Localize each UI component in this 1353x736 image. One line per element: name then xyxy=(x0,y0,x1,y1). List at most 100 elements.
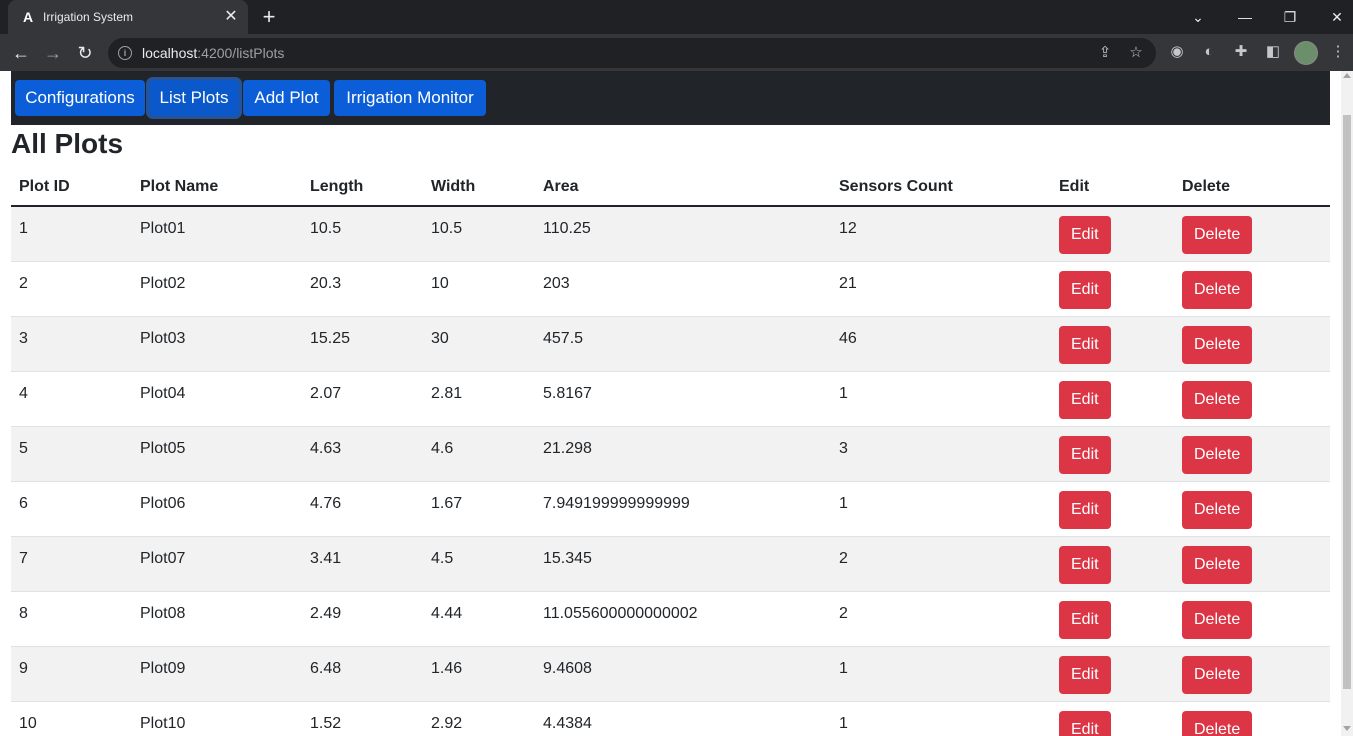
menu-icon[interactable]: ⋮ xyxy=(1328,42,1348,62)
edit-button[interactable]: Edit xyxy=(1059,711,1111,736)
cell-length: 3.41 xyxy=(302,536,423,592)
header-edit: Edit xyxy=(1051,169,1174,207)
cell-edit: Edit xyxy=(1051,206,1174,262)
delete-button[interactable]: Delete xyxy=(1182,381,1253,419)
url-text[interactable]: localhost:4200/listPlots xyxy=(142,45,284,61)
cell-width: 2.92 xyxy=(423,701,535,736)
cell-delete: Delete xyxy=(1174,206,1330,262)
cell-plot-id-text: 5 xyxy=(19,440,28,457)
nav-irrigation-monitor-button[interactable]: Irrigation Monitor xyxy=(334,80,486,116)
delete-button[interactable]: Delete xyxy=(1182,491,1253,529)
edit-button[interactable]: Edit xyxy=(1059,491,1111,529)
cell-plot-name: Plot05 xyxy=(132,426,302,482)
extension-icon[interactable]: ◐ xyxy=(1199,42,1219,62)
edit-button[interactable]: Edit xyxy=(1059,326,1111,364)
reload-icon[interactable]: ↻ xyxy=(73,41,97,65)
cell-delete: Delete xyxy=(1174,481,1330,537)
cell-width-text: 1.46 xyxy=(431,660,463,677)
cell-edit: Edit xyxy=(1051,701,1174,736)
cell-length: 2.07 xyxy=(302,371,423,427)
profile-avatar[interactable] xyxy=(1294,41,1318,65)
table-row: 8 Plot08 2.49 4.44 11.055600000000002 2 Edit De… xyxy=(11,591,1330,647)
cell-sensors-count-text: 2 xyxy=(839,605,848,622)
edit-button[interactable]: Edit xyxy=(1059,271,1111,309)
page-viewport: Configurations List Plots Add Plot Irrig… xyxy=(0,71,1341,736)
cell-width: 30 xyxy=(423,316,535,372)
restore-icon[interactable]: ❐ xyxy=(1278,5,1302,29)
delete-button[interactable]: Delete xyxy=(1182,546,1253,584)
minimize-icon[interactable]: — xyxy=(1233,5,1257,29)
extension-icon[interactable]: ◉ xyxy=(1167,42,1187,62)
cell-plot-name-text: Plot09 xyxy=(140,660,186,677)
edit-button[interactable]: Edit xyxy=(1059,546,1111,584)
cell-area-text: 7.949199999999999 xyxy=(543,495,690,512)
side-panel-icon[interactable]: ◧ xyxy=(1263,42,1283,62)
forward-icon[interactable]: → xyxy=(41,41,65,65)
extensions-puzzle-icon[interactable]: ✚ xyxy=(1231,42,1251,62)
bookmark-star-icon[interactable]: ☆ xyxy=(1126,43,1146,63)
cell-delete: Delete xyxy=(1174,261,1330,317)
scroll-thumb[interactable] xyxy=(1343,115,1351,689)
nav-configurations-button[interactable]: Configurations xyxy=(15,80,145,116)
cell-plot-name-text: Plot02 xyxy=(140,275,186,292)
address-bar[interactable]: i localhost:4200/listPlots ⇪ ☆ xyxy=(108,38,1156,68)
cell-width-text: 4.5 xyxy=(431,550,454,567)
delete-button[interactable]: Delete xyxy=(1182,216,1253,254)
cell-edit: Edit xyxy=(1051,481,1174,537)
cell-delete: Delete xyxy=(1174,426,1330,482)
delete-button[interactable]: Delete xyxy=(1182,601,1253,639)
delete-button[interactable]: Delete xyxy=(1182,326,1253,364)
edit-button[interactable]: Edit xyxy=(1059,216,1111,254)
cell-length: 1.52 xyxy=(302,701,423,736)
cell-plot-id: 9 xyxy=(11,646,132,702)
new-tab-icon[interactable]: + xyxy=(258,6,280,28)
share-icon[interactable]: ⇪ xyxy=(1095,43,1115,63)
cell-length-text: 20.3 xyxy=(310,275,342,292)
back-icon[interactable]: ← xyxy=(9,41,33,65)
nav-add-plot-button[interactable]: Add Plot xyxy=(243,80,330,116)
cell-width-text: 4.6 xyxy=(431,440,454,457)
delete-button[interactable]: Delete xyxy=(1182,656,1253,694)
cell-length: 2.49 xyxy=(302,591,423,647)
cell-sensors-count: 1 xyxy=(831,481,1051,537)
cell-area-text: 110.25 xyxy=(543,220,591,237)
cell-plot-id: 5 xyxy=(11,426,132,482)
cell-area: 11.055600000000002 xyxy=(535,591,831,647)
cell-sensors-count: 1 xyxy=(831,701,1051,736)
cell-plot-id-text: 8 xyxy=(19,605,28,622)
plots-table: Plot ID Plot Name Length Width Area Sens… xyxy=(11,169,1330,736)
cell-length: 10.5 xyxy=(302,206,423,262)
site-info-icon[interactable]: i xyxy=(118,46,132,60)
edit-button[interactable]: Edit xyxy=(1059,656,1111,694)
delete-button[interactable]: Delete xyxy=(1182,271,1253,309)
scroll-down-arrow-icon[interactable] xyxy=(1343,726,1351,731)
close-window-icon[interactable]: ✕ xyxy=(1325,5,1349,29)
table-row: 6 Plot06 4.76 1.67 7.949199999999999 1 Edit Del… xyxy=(11,481,1330,537)
scroll-up-arrow-icon[interactable] xyxy=(1343,73,1351,78)
cell-plot-id: 2 xyxy=(11,261,132,317)
cell-sensors-count: 1 xyxy=(831,646,1051,702)
browser-tab[interactable]: A Irrigation System ✕ xyxy=(8,0,248,34)
cell-length-text: 2.49 xyxy=(310,605,342,622)
cell-sensors-count-text: 2 xyxy=(839,550,848,567)
delete-button[interactable]: Delete xyxy=(1182,711,1253,736)
edit-button[interactable]: Edit xyxy=(1059,601,1111,639)
nav-list-plots-button[interactable]: List Plots xyxy=(149,80,239,116)
table-row: 5 Plot05 4.63 4.6 21.298 3 Edit Delete xyxy=(11,426,1330,482)
edit-button[interactable]: Edit xyxy=(1059,381,1111,419)
cell-plot-id: 10 xyxy=(11,701,132,736)
delete-button[interactable]: Delete xyxy=(1182,436,1253,474)
tab-search-icon[interactable]: ⌄ xyxy=(1186,5,1210,29)
edit-button[interactable]: Edit xyxy=(1059,436,1111,474)
cell-area: 9.4608 xyxy=(535,646,831,702)
cell-plot-name-text: Plot06 xyxy=(140,495,186,512)
close-tab-icon[interactable]: ✕ xyxy=(222,8,240,26)
cell-sensors-count: 1 xyxy=(831,371,1051,427)
cell-sensors-count-text: 46 xyxy=(839,330,857,347)
cell-area: 4.4384 xyxy=(535,701,831,736)
cell-plot-name: Plot10 xyxy=(132,701,302,736)
cell-plot-id: 4 xyxy=(11,371,132,427)
header-area: Area xyxy=(535,169,831,207)
page-scrollbar[interactable] xyxy=(1341,71,1353,736)
cell-length-text: 4.76 xyxy=(310,495,342,512)
